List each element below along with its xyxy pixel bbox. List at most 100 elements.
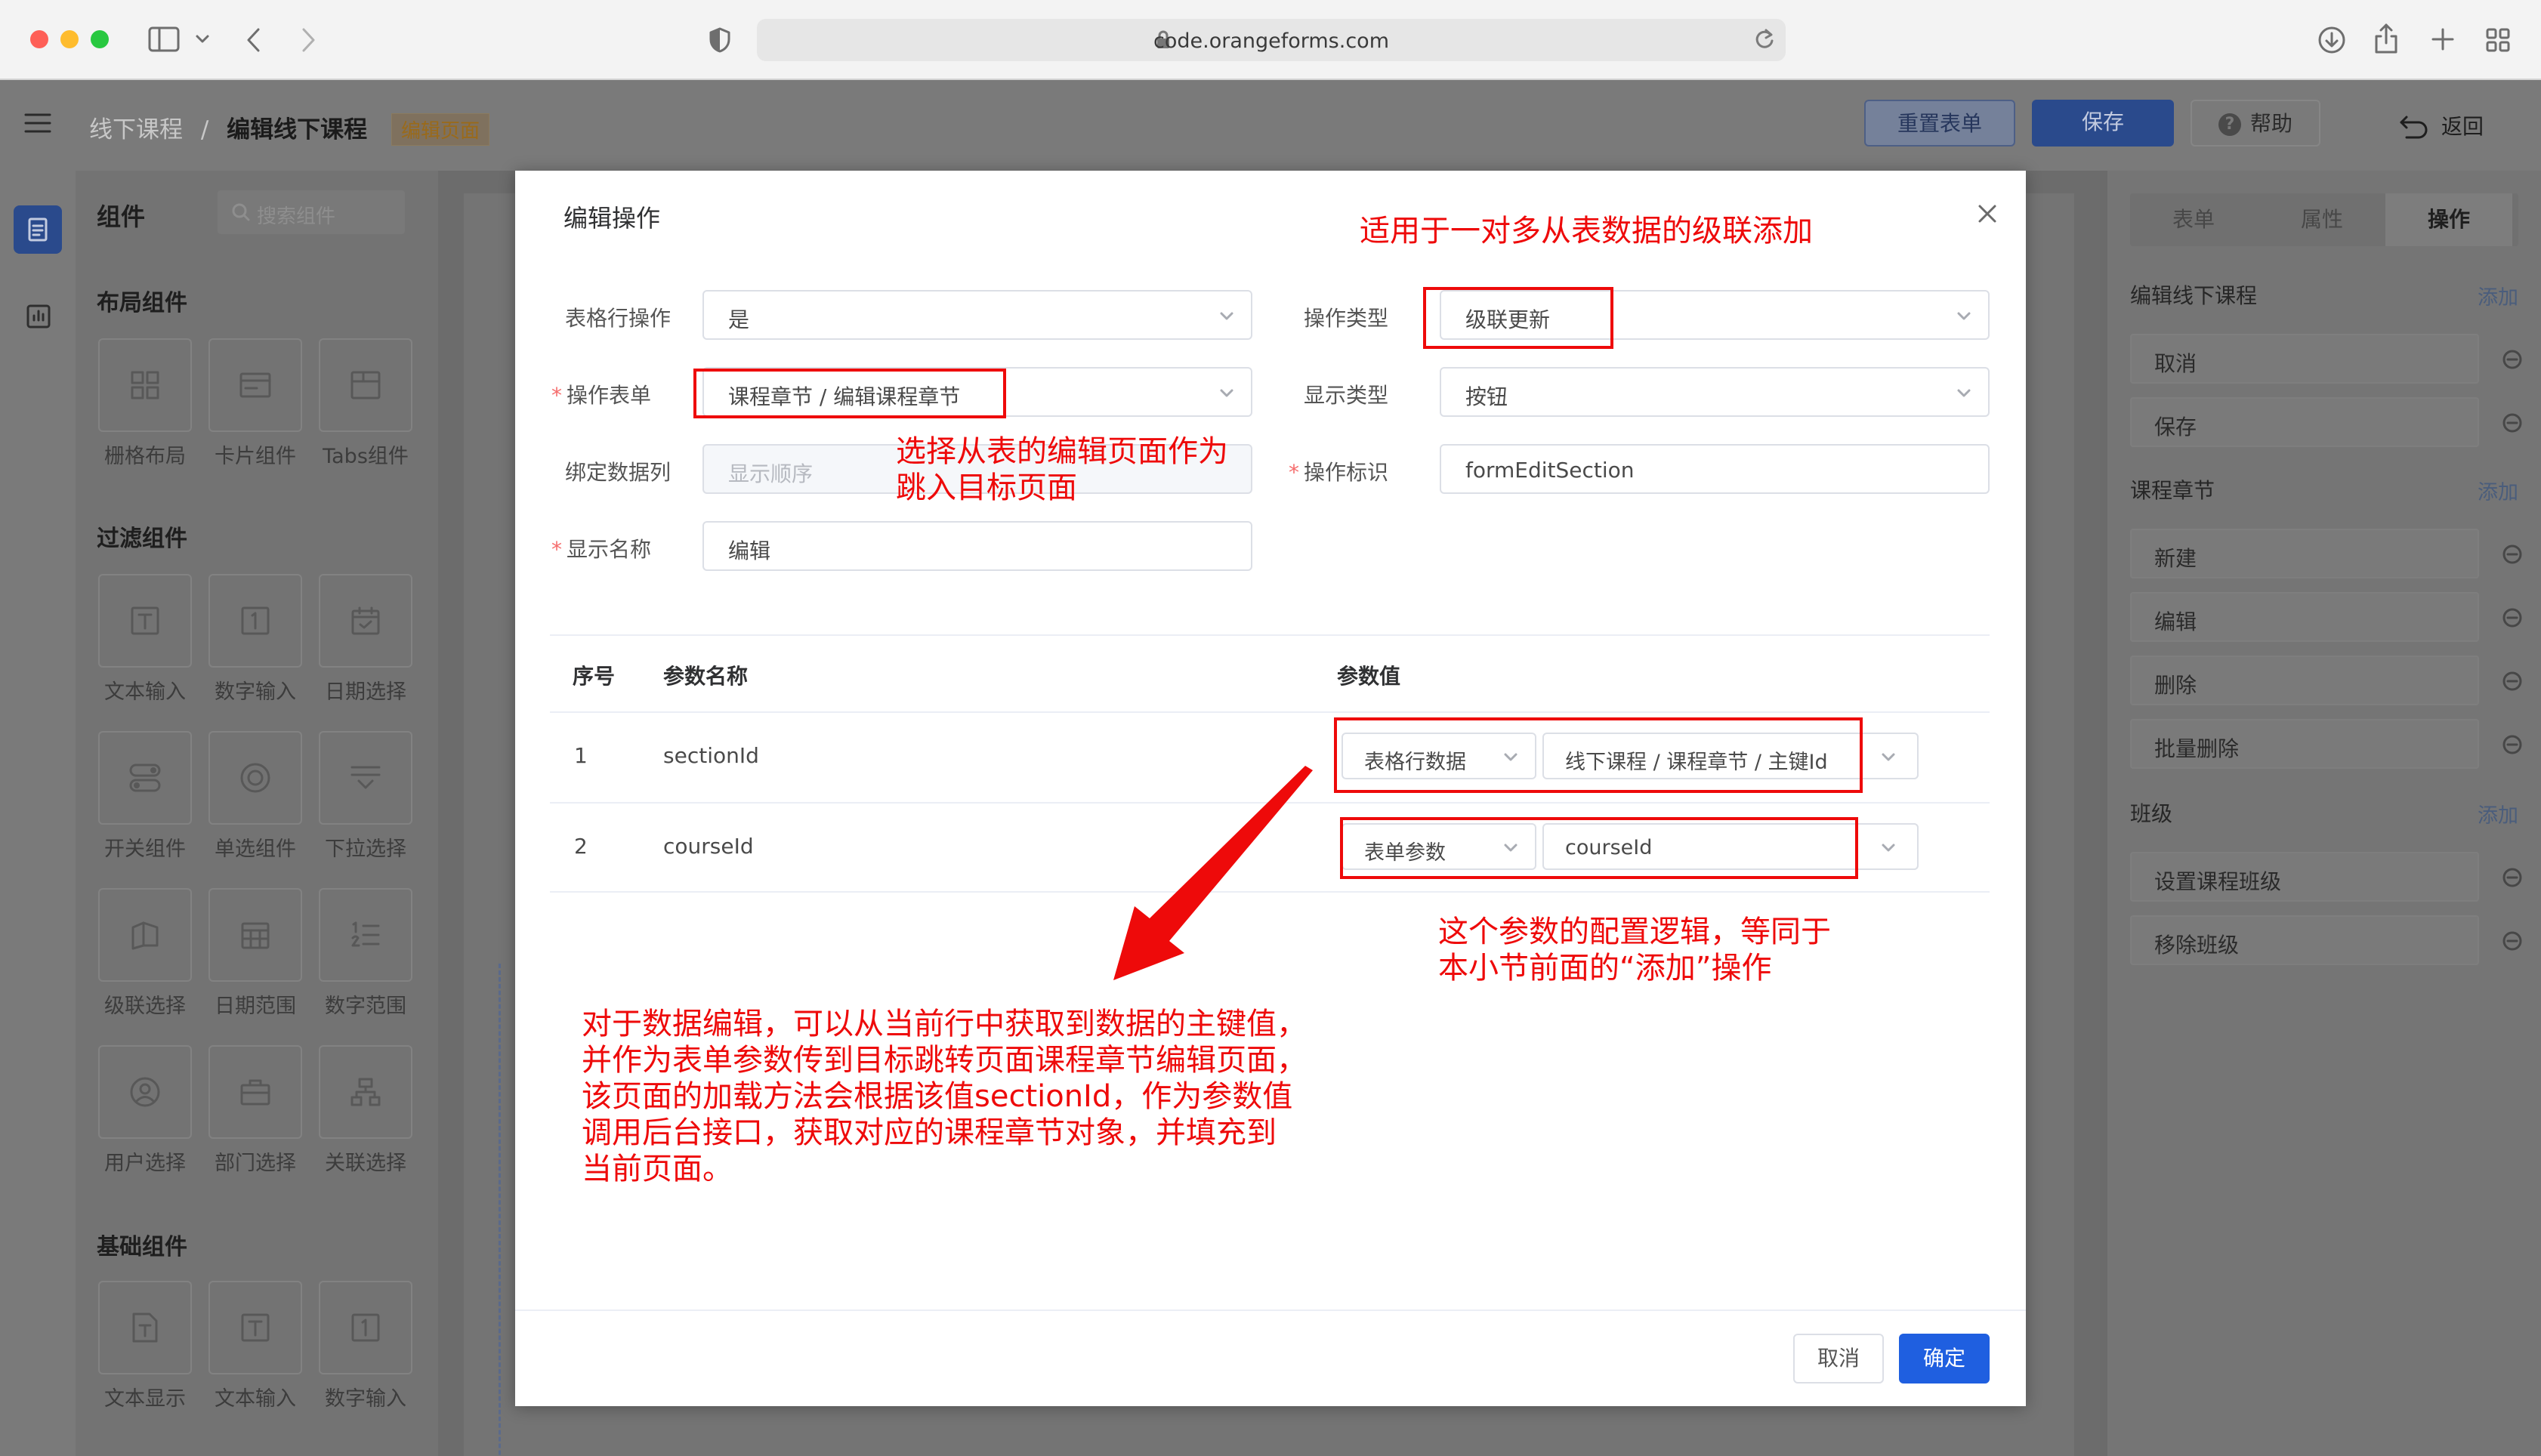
palette-item-label: 卡片组件 bbox=[215, 445, 296, 468]
palette-item-date-picker[interactable]: 日期选择 bbox=[313, 574, 418, 704]
chart-panel-icon[interactable] bbox=[26, 304, 51, 329]
action-item[interactable]: 批量删除 bbox=[2130, 719, 2479, 769]
palette-item-text-input[interactable]: 文本输入 bbox=[92, 574, 198, 704]
palette-item-label: 单选组件 bbox=[215, 838, 296, 861]
add-action-link[interactable]: 添加 bbox=[2478, 281, 2518, 310]
search-icon bbox=[231, 202, 251, 222]
palette-item-dropdown[interactable]: 下拉选择 bbox=[313, 731, 418, 861]
component-panel-icon[interactable] bbox=[14, 205, 62, 254]
component-search-input[interactable]: 搜索组件 bbox=[218, 190, 405, 234]
palette-item-user-select[interactable]: 用户选择 bbox=[92, 1045, 198, 1175]
remove-circle-icon[interactable] bbox=[2502, 867, 2523, 888]
palette-item-text-input-basic[interactable]: 文本输入 bbox=[202, 1281, 308, 1411]
annotation-cascade: 适用于一对多从表数据的级联添加 bbox=[1360, 214, 1813, 248]
back-label: 返回 bbox=[2441, 114, 2484, 139]
palette-item-card[interactable]: 卡片组件 bbox=[202, 338, 308, 468]
palette-item-switch[interactable]: 开关组件 bbox=[92, 731, 198, 861]
palette-item-date-range[interactable]: 日期范围 bbox=[202, 888, 308, 1018]
zoom-window-button[interactable] bbox=[91, 30, 109, 48]
annotation-line: 这个参数的配置逻辑，等同于 bbox=[1438, 915, 1831, 949]
palette-item-number-input-basic[interactable]: 数字输入 bbox=[313, 1281, 418, 1411]
confirm-button[interactable]: 确定 bbox=[1899, 1334, 1990, 1384]
back-nav-icon[interactable] bbox=[245, 27, 263, 53]
card-icon bbox=[239, 372, 272, 399]
cancel-button[interactable]: 取消 bbox=[1793, 1334, 1884, 1384]
remove-circle-icon[interactable] bbox=[2502, 607, 2523, 628]
remove-circle-icon[interactable] bbox=[2502, 671, 2523, 692]
save-button[interactable]: 保存 bbox=[2032, 100, 2174, 147]
palette-item-cascader[interactable]: 级联选择 bbox=[92, 888, 198, 1018]
reset-form-button[interactable]: 重置表单 bbox=[1864, 100, 2015, 147]
tab-form[interactable]: 表单 bbox=[2130, 193, 2257, 246]
new-tab-icon[interactable] bbox=[2431, 27, 2455, 51]
menu-icon[interactable] bbox=[24, 112, 51, 134]
sidebar-toggle-icon[interactable] bbox=[148, 26, 180, 53]
chevron-down-icon[interactable] bbox=[195, 32, 210, 47]
annotation-select-target: 选择从表的编辑页面作为 跳入目标页面 bbox=[896, 433, 1228, 506]
palette-item-relation-select[interactable]: 关联选择 bbox=[313, 1045, 418, 1175]
tabs-icon bbox=[350, 370, 381, 400]
group-title-class: 班级 bbox=[2130, 801, 2173, 826]
privacy-shield-icon[interactable] bbox=[709, 27, 731, 53]
palette-item-tabs[interactable]: Tabs组件 bbox=[313, 338, 418, 468]
tab-overview-icon[interactable] bbox=[2485, 27, 2511, 53]
help-icon: ? bbox=[2218, 113, 2241, 136]
help-button[interactable]: ? 帮助 bbox=[2191, 100, 2320, 147]
palette-item-label: 下拉选择 bbox=[325, 838, 406, 861]
remove-circle-icon[interactable] bbox=[2502, 930, 2523, 952]
minimize-window-button[interactable] bbox=[60, 30, 79, 48]
search-placeholder: 搜索组件 bbox=[257, 205, 336, 228]
text-input-icon bbox=[240, 1313, 270, 1343]
url-text: code.orangeforms.com bbox=[1153, 29, 1389, 53]
breadcrumb-current: 编辑线下课程 bbox=[227, 116, 368, 143]
palette-item-dept-select[interactable]: 部门选择 bbox=[202, 1045, 308, 1175]
tab-actions[interactable]: 操作 bbox=[2385, 193, 2512, 246]
action-item[interactable]: 移除班级 bbox=[2130, 915, 2479, 965]
action-item[interactable]: 取消 bbox=[2130, 334, 2479, 384]
component-palette: 组件 搜索组件 布局组件 栅格布局 卡片组件 Tabs组件 过滤组件 文本输入 … bbox=[76, 171, 438, 1456]
palette-item-number-input[interactable]: 数字输入 bbox=[202, 574, 308, 704]
switch-icon bbox=[128, 763, 162, 793]
breadcrumb-parent[interactable]: 线下课程 bbox=[89, 116, 183, 143]
action-item[interactable]: 编辑 bbox=[2130, 592, 2479, 642]
action-item[interactable]: 设置课程班级 bbox=[2130, 852, 2479, 902]
back-button[interactable]: 返回 bbox=[2399, 110, 2484, 140]
remove-circle-icon[interactable] bbox=[2502, 349, 2523, 370]
add-action-link[interactable]: 添加 bbox=[2478, 476, 2518, 505]
action-item[interactable]: 删除 bbox=[2130, 656, 2479, 705]
number-range-icon bbox=[350, 920, 381, 950]
remove-circle-icon[interactable] bbox=[2502, 412, 2523, 433]
tab-properties[interactable]: 属性 bbox=[2258, 193, 2385, 246]
palette-item-radio[interactable]: 单选组件 bbox=[202, 731, 308, 861]
palette-item-number-range[interactable]: 数字范围 bbox=[313, 888, 418, 1018]
share-icon[interactable] bbox=[2373, 23, 2399, 54]
action-panel: 表单 属性 操作 编辑线下课程 添加 取消 保存 课程章节 添加 新建 编辑 删… bbox=[2107, 171, 2541, 1456]
address-bar[interactable]: code.orangeforms.com bbox=[757, 19, 1786, 61]
palette-item-text-display[interactable]: 文本显示 bbox=[92, 1281, 198, 1411]
reload-icon[interactable] bbox=[1754, 28, 1775, 51]
undo-icon bbox=[2399, 115, 2429, 140]
action-item[interactable]: 新建 bbox=[2130, 529, 2479, 578]
breadcrumb-separator: / bbox=[200, 116, 209, 143]
annotation-line: 对于数据编辑，可以从当前行中获取到数据的主键值， bbox=[582, 1007, 1307, 1041]
date-range-icon bbox=[240, 920, 270, 950]
action-item[interactable]: 保存 bbox=[2130, 397, 2479, 447]
palette-item-label: 关联选择 bbox=[325, 1152, 406, 1175]
annotation-line: 跳入目标页面 bbox=[896, 470, 1077, 505]
add-action-link[interactable]: 添加 bbox=[2478, 799, 2518, 828]
palette-item-label: 文本输入 bbox=[104, 680, 186, 704]
remove-circle-icon[interactable] bbox=[2502, 734, 2523, 755]
palette-item-label: Tabs组件 bbox=[323, 445, 409, 468]
user-select-icon bbox=[129, 1076, 161, 1108]
close-window-button[interactable] bbox=[30, 30, 48, 48]
annotation-arrow bbox=[1113, 766, 1313, 980]
palette-item-grid[interactable]: 栅格布局 bbox=[92, 338, 198, 468]
remove-circle-icon[interactable] bbox=[2502, 544, 2523, 565]
forward-nav-icon[interactable] bbox=[299, 27, 317, 53]
section-title-layout: 布局组件 bbox=[97, 290, 187, 316]
page-type-tag: 编辑页面 bbox=[391, 113, 490, 146]
left-icon-rail bbox=[0, 171, 76, 1456]
annotation-line: 调用后台接口，获取对应的课程章节对象，并填充到 bbox=[582, 1115, 1277, 1150]
download-icon[interactable] bbox=[2317, 26, 2346, 54]
help-label: 帮助 bbox=[2249, 111, 2292, 136]
